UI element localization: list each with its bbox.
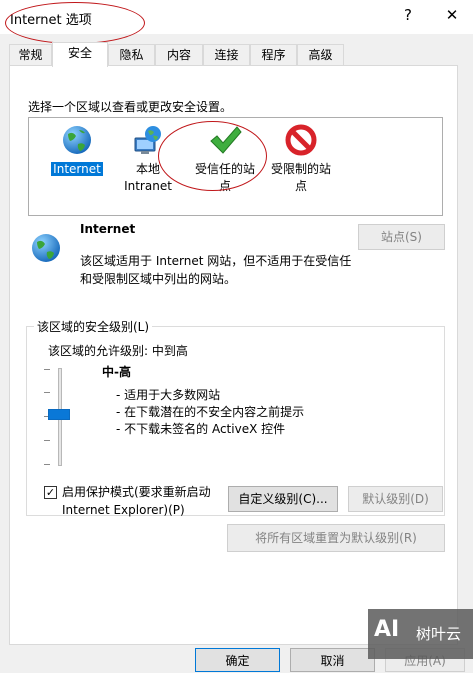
globe-icon bbox=[63, 126, 91, 154]
ok-button[interactable]: 确定 bbox=[195, 648, 280, 672]
zone-description: 该区域适用于 Internet 网站，但不适用于在受信任 和受限制区域中列出的网… bbox=[80, 252, 351, 288]
zone-label-restricted-2: 点 bbox=[294, 179, 307, 193]
level-name: 中-高 bbox=[102, 365, 131, 379]
protected-mode-checkbox[interactable]: ✓ bbox=[44, 486, 57, 499]
zone-description-line-1: 该区域适用于 Internet 网站，但不适用于在受信任 bbox=[80, 254, 352, 268]
title-bar: Internet 选项 ? ✕ bbox=[0, 0, 473, 34]
cancel-button[interactable]: 取消 bbox=[290, 648, 375, 672]
security-panel: 选择一个区域以查看或更改安全设置。 Internet 本地 Intranet 受… bbox=[9, 65, 458, 645]
zone-restricted-sites[interactable]: 受限制的站 点 bbox=[265, 124, 337, 195]
zone-internet[interactable]: Internet bbox=[47, 124, 107, 178]
watermark-brand: 树叶云 bbox=[416, 625, 462, 643]
restricted-icon bbox=[285, 124, 317, 156]
level-description: - 适用于大多数网站 - 在下载潜在的不安全内容之前提示 - 不下载未签名的 A… bbox=[116, 387, 304, 438]
help-button[interactable]: ? bbox=[395, 6, 421, 24]
level-bullet: - 不下载未签名的 ActiveX 控件 bbox=[116, 422, 286, 436]
slider-tick bbox=[44, 369, 50, 370]
watermark: AI 树叶云 bbox=[368, 609, 473, 659]
protected-mode-label-line-2: Internet Explorer)(P) bbox=[62, 503, 185, 517]
tab-programs[interactable]: 程序 bbox=[250, 44, 297, 66]
custom-level-button[interactable]: 自定义级别(C)... bbox=[228, 486, 338, 512]
zone-description-line-2: 和受限制区域中列出的网站。 bbox=[80, 272, 237, 286]
reset-all-zones-button[interactable]: 将所有区域重置为默认级别(R) bbox=[227, 524, 445, 552]
tab-advanced[interactable]: 高级 bbox=[297, 44, 344, 66]
zone-name: Internet bbox=[80, 222, 136, 236]
tab-general[interactable]: 常规 bbox=[9, 44, 52, 66]
zone-label-intranet-1: 本地 bbox=[135, 162, 160, 176]
tab-privacy[interactable]: 隐私 bbox=[108, 44, 155, 66]
default-level-button[interactable]: 默认级别(D) bbox=[348, 486, 443, 512]
slider-tick bbox=[44, 440, 50, 441]
zone-label-internet: Internet bbox=[51, 162, 103, 176]
checkmark-icon bbox=[210, 126, 242, 154]
level-bullet: - 适用于大多数网站 bbox=[116, 388, 221, 402]
intranet-icon bbox=[134, 126, 161, 154]
zone-label-trusted-1: 受信任的站 bbox=[194, 162, 255, 176]
zone-instruction: 选择一个区域以查看或更改安全设置。 bbox=[28, 100, 233, 114]
close-button[interactable]: ✕ bbox=[439, 6, 465, 24]
sites-button[interactable]: 站点(S) bbox=[358, 224, 445, 250]
window-title: Internet 选项 bbox=[10, 13, 92, 28]
zone-label-restricted-1: 受限制的站 bbox=[270, 162, 331, 176]
security-level-legend: 该区域的安全级别(L) bbox=[34, 318, 153, 335]
zone-label-trusted-2: 点 bbox=[218, 179, 231, 193]
tab-content[interactable]: 内容 bbox=[155, 44, 203, 66]
slider-tick bbox=[44, 464, 50, 465]
slider-tick bbox=[44, 392, 50, 393]
zone-list: Internet 本地 Intranet 受信任的站 点 受限制的站 点 bbox=[28, 117, 443, 216]
allowed-level-text: 该区域的允许级别: 中到高 bbox=[48, 344, 188, 358]
zone-label-intranet-2: Intranet bbox=[124, 179, 172, 193]
tab-security[interactable]: 安全 bbox=[52, 42, 108, 67]
watermark-logo: AI bbox=[374, 617, 400, 642]
zone-trusted-sites[interactable]: 受信任的站 点 bbox=[189, 124, 261, 195]
zone-local-intranet[interactable]: 本地 Intranet bbox=[117, 124, 179, 195]
protected-mode-label: 启用保护模式(要求重新启动 Internet Explorer)(P) bbox=[62, 483, 211, 519]
globe-icon bbox=[32, 234, 60, 262]
security-level-slider-thumb[interactable] bbox=[48, 409, 70, 420]
level-bullet: - 在下载潜在的不安全内容之前提示 bbox=[116, 405, 305, 419]
protected-mode-label-line-1: 启用保护模式(要求重新启动 bbox=[62, 485, 211, 499]
tab-connections[interactable]: 连接 bbox=[203, 44, 250, 66]
